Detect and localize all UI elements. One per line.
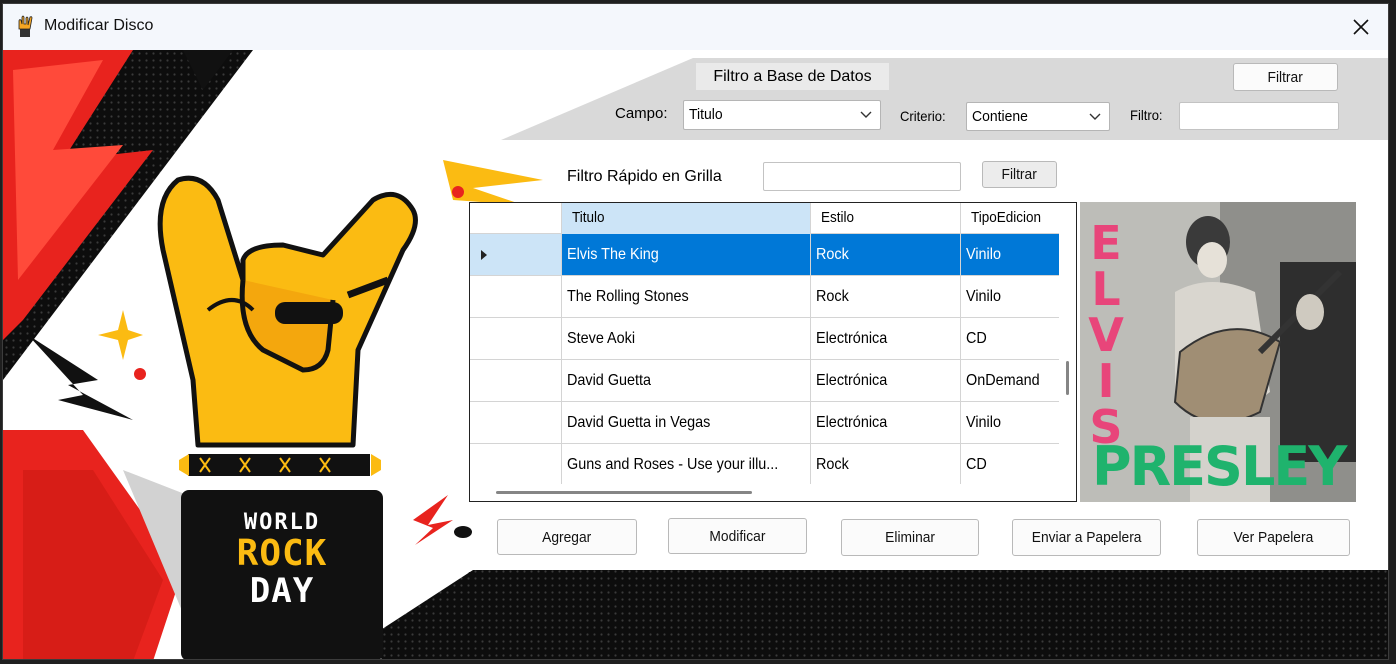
cell-estilo[interactable]: Rock <box>811 276 961 317</box>
horizontal-scroll-thumb[interactable] <box>496 491 752 494</box>
poster-text: WORLD ROCK DAY <box>181 510 383 611</box>
cell-tipoedicion[interactable]: Vinilo <box>961 402 1060 443</box>
cell-estilo[interactable]: Rock <box>811 444 961 485</box>
current-row-arrow-icon <box>481 250 487 260</box>
table-row[interactable]: Elvis The King Rock Vinilo <box>470 234 1060 276</box>
chevron-down-icon <box>1089 113 1101 120</box>
row-header[interactable] <box>470 444 562 485</box>
window-title: Modificar Disco <box>44 17 154 34</box>
cell-estilo[interactable]: Rock <box>811 234 961 275</box>
cell-tipoedicion[interactable]: CD <box>961 444 1060 485</box>
grid-header: Titulo Estilo TipoEdicion <box>470 203 1060 234</box>
row-header[interactable] <box>470 402 562 443</box>
eliminar-button[interactable]: Eliminar <box>841 519 979 556</box>
cell-estilo[interactable]: Electrónica <box>811 402 961 443</box>
filtro-input[interactable] <box>1179 102 1339 130</box>
table-row[interactable]: Guns and Roses - Use your illu... Rock C… <box>470 444 1060 486</box>
row-header[interactable] <box>470 234 562 275</box>
quick-filter-input[interactable] <box>763 162 961 191</box>
modificar-disco-window: Modificar Disco WORLD ROCK DAY Filtro a … <box>2 3 1389 660</box>
table-row[interactable]: David Guetta Electrónica OnDemand <box>470 360 1060 402</box>
cell-tipoedicion[interactable]: OnDemand <box>961 360 1060 401</box>
form-client-area: WORLD ROCK DAY Filtro a Base de Datos Fi… <box>3 50 1388 659</box>
table-row[interactable]: The Rolling Stones Rock Vinilo <box>470 276 1060 318</box>
rock-hand-icon <box>18 15 33 37</box>
chevron-down-icon <box>860 111 872 118</box>
cell-titulo[interactable]: Guns and Roses - Use your illu... <box>562 444 811 485</box>
cell-titulo[interactable]: Steve Aoki <box>562 318 811 359</box>
poster-line-rock: ROCK <box>236 533 328 574</box>
cell-estilo[interactable]: Electrónica <box>811 318 961 359</box>
poster-line-world: WORLD <box>243 510 321 535</box>
cell-tipoedicion[interactable]: CD <box>961 318 1060 359</box>
grid-vertical-scrollbar[interactable] <box>1059 203 1076 486</box>
column-header-estilo[interactable]: Estilo <box>811 203 961 234</box>
cell-estilo[interactable]: Electrónica <box>811 360 961 401</box>
grid-horizontal-scrollbar[interactable] <box>470 484 1060 501</box>
db-filter-button[interactable]: Filtrar <box>1233 63 1338 91</box>
title-bar[interactable]: Modificar Disco <box>3 4 1388 50</box>
campo-select[interactable]: Titulo <box>683 100 881 130</box>
column-header-tipoedicion[interactable]: TipoEdicion <box>961 203 1060 234</box>
grid-rows: Elvis The King Rock Vinilo The Rolling S… <box>470 234 1060 486</box>
cell-titulo[interactable]: Elvis The King <box>562 234 811 275</box>
discos-grid[interactable]: Titulo Estilo TipoEdicion Elvis The King… <box>469 202 1077 502</box>
cover-text-presley: PRESLEY <box>1092 435 1347 498</box>
cell-titulo[interactable]: David Guetta <box>562 360 811 401</box>
cover-text-elvis: ELVIS <box>1088 216 1124 454</box>
modificar-button[interactable]: Modificar <box>668 518 807 554</box>
agregar-button[interactable]: Agregar <box>497 519 637 555</box>
grid-row-header-corner <box>470 203 562 234</box>
poster-line-day: DAY <box>249 571 315 611</box>
campo-label: Campo: <box>615 105 668 122</box>
album-cover-image: ELVIS PRESLEY <box>1080 202 1356 502</box>
row-header[interactable] <box>470 318 562 359</box>
vertical-scroll-thumb[interactable] <box>1066 361 1069 395</box>
table-row[interactable]: David Guetta in Vegas Electrónica Vinilo <box>470 402 1060 444</box>
cell-titulo[interactable]: David Guetta in Vegas <box>562 402 811 443</box>
column-header-titulo[interactable]: Titulo <box>562 203 811 234</box>
ver-papelera-button[interactable]: Ver Papelera <box>1197 519 1350 556</box>
criterio-select[interactable]: Contiene <box>966 102 1110 131</box>
quick-filter-button[interactable]: Filtrar <box>982 161 1057 188</box>
row-header[interactable] <box>470 276 562 317</box>
cell-tipoedicion[interactable]: Vinilo <box>961 234 1060 275</box>
row-header[interactable] <box>470 360 562 401</box>
quick-filter-label: Filtro Rápido en Grilla <box>567 168 722 185</box>
enviar-papelera-button[interactable]: Enviar a Papelera <box>1012 519 1161 556</box>
close-icon[interactable] <box>1342 8 1380 46</box>
cell-titulo[interactable]: The Rolling Stones <box>562 276 811 317</box>
cell-tipoedicion[interactable]: Vinilo <box>961 276 1060 317</box>
scrollbar-corner <box>1059 484 1076 501</box>
db-filter-title: Filtro a Base de Datos <box>696 63 889 90</box>
table-row[interactable]: Steve Aoki Electrónica CD <box>470 318 1060 360</box>
criterio-label: Criterio: <box>900 108 946 124</box>
filtro-label: Filtro: <box>1130 107 1163 123</box>
